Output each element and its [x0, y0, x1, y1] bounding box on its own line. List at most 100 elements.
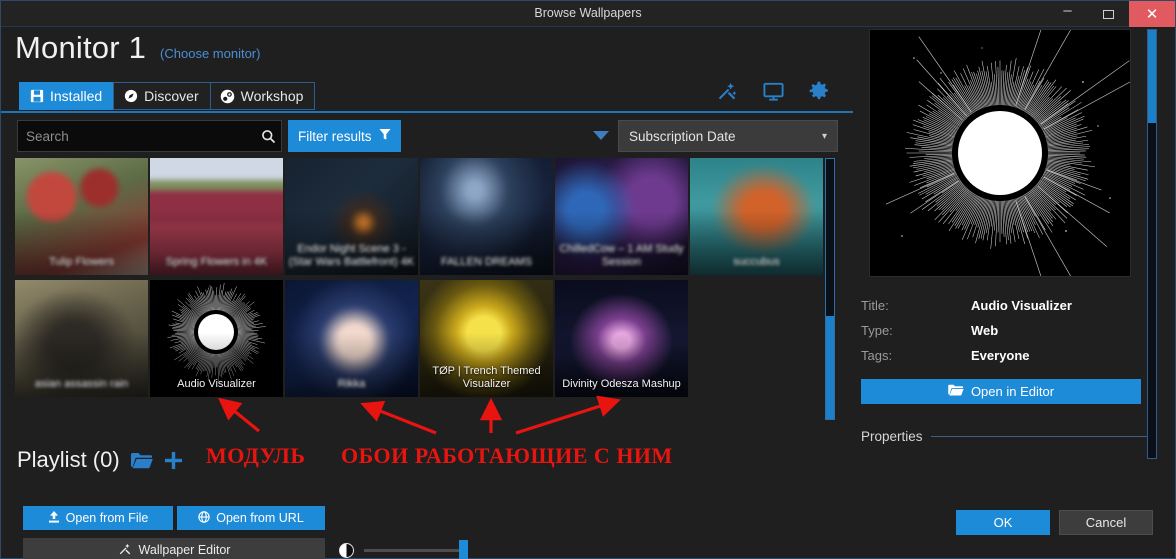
- filter-results-label: Filter results: [298, 128, 372, 144]
- grid-scrollbar[interactable]: [825, 158, 835, 420]
- tab-discover[interactable]: Discover: [113, 82, 211, 110]
- grid-scrollbar-thumb[interactable]: [826, 316, 834, 419]
- meta-row: Type: Web: [861, 318, 1151, 343]
- left-panel: Monitor 1 (Choose monitor) Installed Dis…: [1, 27, 853, 559]
- tab-workshop[interactable]: Workshop: [209, 82, 316, 110]
- meta-value: Everyone: [971, 348, 1030, 363]
- wallpaper-thumbnail[interactable]: TØP | Trench Themed Visualizer: [420, 280, 553, 397]
- search-box[interactable]: [17, 120, 282, 152]
- monitor-icon[interactable]: [761, 79, 785, 103]
- chevron-down-icon[interactable]: [593, 131, 609, 140]
- tab-discover-label: Discover: [144, 88, 199, 104]
- wallpaper-thumbnail[interactable]: Spring Flowers in 4K: [150, 158, 283, 275]
- close-button[interactable]: ✕: [1129, 1, 1175, 27]
- details-meta: Title: Audio Visualizer Type: Web Tags: …: [861, 293, 1151, 368]
- ok-button[interactable]: OK: [956, 510, 1050, 535]
- tab-installed[interactable]: Installed: [19, 82, 115, 110]
- wallpaper-editor-label: Wallpaper Editor: [138, 543, 231, 557]
- thumbnail-title: Endor Night Scene 3 - (Star Wars Battlef…: [288, 243, 415, 268]
- details-scrollbar-thumb[interactable]: [1148, 30, 1156, 123]
- meta-key: Type:: [861, 323, 893, 338]
- thumbnail-title: Divinity Odesza Mashup: [562, 378, 681, 390]
- meta-key: Tags:: [861, 348, 893, 363]
- choose-monitor-link[interactable]: (Choose monitor): [160, 46, 260, 61]
- funnel-icon: [379, 128, 391, 144]
- tab-workshop-label: Workshop: [240, 88, 304, 104]
- wallpaper-thumbnail[interactable]: ChilledCow – 1 AM Study Session: [555, 158, 688, 275]
- audio-visualizer-art: [870, 30, 1130, 276]
- details-scrollbar[interactable]: [1147, 29, 1157, 459]
- open-buttons-row: Open from File Open from URL: [23, 506, 325, 530]
- search-icon[interactable]: [255, 129, 281, 144]
- search-input[interactable]: [18, 128, 255, 144]
- playlist-header: Playlist (0): [17, 447, 183, 473]
- wallpaper-thumbnail[interactable]: FALLEN DREAMS: [420, 158, 553, 275]
- playlist-title: Playlist (0): [17, 447, 120, 472]
- title-bar: Browse Wallpapers – ✕: [1, 1, 1175, 27]
- sort-select[interactable]: Subscription Date ▾: [618, 120, 838, 152]
- browse-wallpapers-window: Browse Wallpapers – ✕ Monitor 1 (Choose …: [0, 0, 1176, 559]
- tab-installed-label: Installed: [50, 88, 103, 104]
- tab-bar: Installed Discover Workshop: [19, 82, 316, 110]
- gear-icon[interactable]: [807, 79, 831, 103]
- wallpaper-thumbnail[interactable]: Divinity Odesza Mashup: [555, 280, 688, 397]
- dialog-buttons: OK Cancel: [956, 510, 1153, 535]
- brightness-slider-track[interactable]: [364, 539, 468, 559]
- steam-icon: [220, 89, 235, 104]
- cancel-button[interactable]: Cancel: [1059, 510, 1153, 535]
- wand-tools-icon: [118, 542, 132, 559]
- minimize-button[interactable]: –: [1047, 1, 1088, 27]
- open-in-editor-button[interactable]: Open in Editor: [861, 379, 1141, 404]
- wallpaper-thumbnail[interactable]: asian assassin rain: [15, 280, 148, 397]
- open-from-url-label: Open from URL: [216, 511, 304, 525]
- thumbnail-title: FALLEN DREAMS: [440, 256, 533, 268]
- plus-icon[interactable]: [164, 451, 183, 470]
- thumbnail-title: TØP | Trench Themed Visualizer: [432, 365, 541, 390]
- meta-value: Audio Visualizer: [971, 298, 1072, 313]
- open-from-url-button[interactable]: Open from URL: [177, 506, 325, 530]
- open-from-file-label: Open from File: [65, 511, 149, 525]
- thumbnail-title: succubus: [733, 256, 780, 268]
- globe-icon: [198, 510, 210, 526]
- search-row: Filter results Subscription Date ▾: [1, 120, 853, 154]
- wallpaper-thumbnail[interactable]: Audio Visualizer: [150, 280, 283, 397]
- compass-icon: [123, 89, 138, 104]
- folder-icon[interactable]: [130, 452, 153, 469]
- properties-label: Properties: [861, 429, 923, 444]
- maximize-icon: [1103, 9, 1114, 19]
- properties-section: Properties: [861, 429, 1149, 444]
- page-title: Monitor 1: [15, 30, 147, 65]
- wand-tools-icon[interactable]: [715, 79, 739, 103]
- thumbnail-title: ChilledCow – 1 AM Study Session: [559, 243, 684, 268]
- sort-select-value: Subscription Date: [629, 128, 736, 144]
- wallpaper-grid: Tulip Flowers Spring Flowers in 4K Endor N…: [15, 158, 835, 420]
- brightness-slider[interactable]: [339, 538, 469, 559]
- wallpaper-thumbnail[interactable]: Rikka: [285, 280, 418, 397]
- contrast-icon: [339, 542, 354, 558]
- toolbar-icons: [715, 79, 831, 103]
- filter-results-button[interactable]: Filter results: [288, 120, 401, 152]
- thumbnail-title: Spring Flowers in 4K: [165, 256, 268, 268]
- thumbnail-title: Rikka: [337, 378, 366, 390]
- wallpaper-editor-button[interactable]: Wallpaper Editor: [23, 538, 325, 559]
- details-panel: Title: Audio Visualizer Type: Web Tags: …: [853, 27, 1175, 558]
- minimize-icon: –: [1063, 2, 1072, 19]
- wallpaper-thumbnail[interactable]: Endor Night Scene 3 - (Star Wars Battlef…: [285, 158, 418, 275]
- close-icon: ✕: [1145, 5, 1159, 23]
- maximize-button[interactable]: [1088, 1, 1129, 27]
- save-disk-icon: [29, 89, 44, 104]
- meta-value: Web: [971, 323, 999, 338]
- open-in-editor-label: Open in Editor: [970, 384, 1055, 399]
- window-title: Browse Wallpapers: [534, 6, 642, 20]
- wallpaper-preview: [869, 29, 1131, 277]
- window-controls: – ✕: [1047, 1, 1175, 27]
- wallpaper-thumbnail[interactable]: succubus: [690, 158, 823, 275]
- thumbnail-title: Audio Visualizer: [177, 378, 256, 390]
- monitor-header: Monitor 1 (Choose monitor): [15, 30, 260, 66]
- header-divider: [1, 111, 853, 113]
- brightness-slider-knob[interactable]: [459, 539, 468, 559]
- open-from-file-button[interactable]: Open from File: [23, 506, 173, 530]
- wallpaper-thumbnail[interactable]: Tulip Flowers: [15, 158, 148, 275]
- meta-row: Tags: Everyone: [861, 343, 1151, 368]
- thumbnail-title: asian assassin rain: [34, 378, 129, 390]
